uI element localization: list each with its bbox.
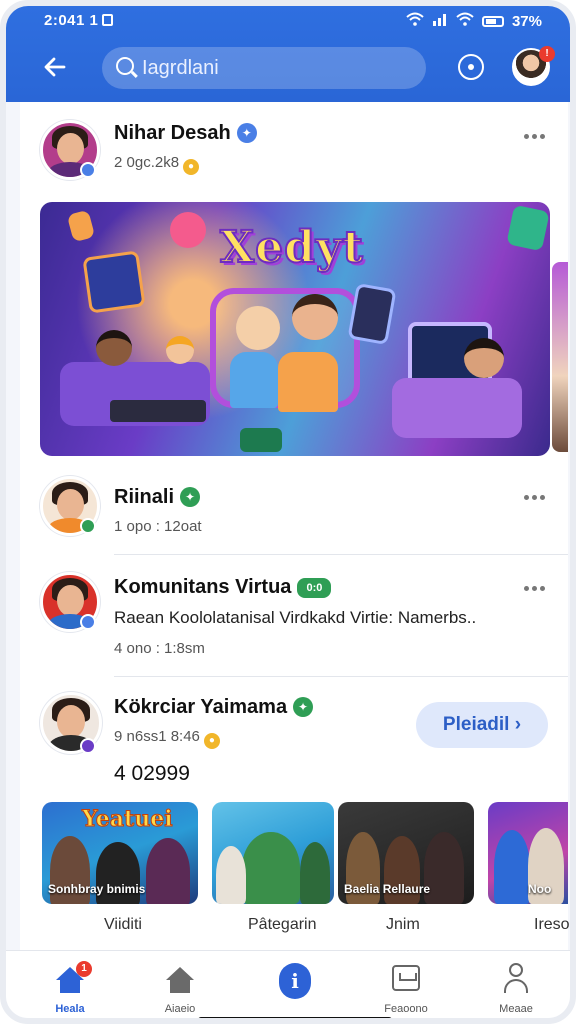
tab-label: Meaae (499, 1003, 533, 1015)
battery-percent: 37% (511, 12, 542, 30)
speaker-illustration (240, 428, 282, 452)
thumbnail-label[interactable]: Ireso (534, 916, 570, 934)
feed: Nihar Desah ✦ 2 0gc.2k8 ● Xedyt Riinali … (20, 102, 570, 950)
search-text: Iagrdlani (142, 57, 219, 79)
wifi-icon-2 (456, 12, 474, 30)
thumbnail-card[interactable] (212, 802, 334, 904)
person-illustration (96, 330, 132, 366)
thumbnail-label[interactable]: Jnim (386, 916, 420, 934)
tab-profile[interactable]: Meaae (476, 961, 556, 1018)
more-options-icon[interactable] (524, 134, 546, 140)
notification-icon (102, 14, 114, 26)
post-meta-text: 2 0gc.2k8 (114, 154, 180, 171)
post-meta: 2 0gc.2k8 ● (114, 154, 200, 175)
info-icon: i (279, 963, 311, 999)
kid-illustration (292, 294, 338, 340)
community-badge: 0:0 (297, 578, 332, 598)
back-arrow-icon[interactable] (42, 54, 70, 82)
tab-label: Heala (55, 1003, 85, 1015)
home-indicator (198, 1017, 392, 1018)
search-icon (116, 57, 134, 75)
status-time-text: 2:041 1 (44, 12, 99, 29)
more-options-icon[interactable] (524, 495, 546, 501)
online-badge-icon (80, 518, 96, 534)
thumbnail-caption: Baelia Rellaure (344, 882, 431, 896)
status-time: 2:041 1 (44, 12, 114, 29)
thumbnail-caption: Sonhbray bnimis (48, 882, 146, 896)
tab-badge: 1 (76, 961, 92, 977)
thumbnail-card[interactable]: Baelia Rellaure (338, 802, 474, 904)
next-banner-peek[interactable] (552, 262, 568, 452)
kid-shirt-illustration (230, 352, 278, 408)
divider (114, 676, 568, 677)
thumbnail-label[interactable]: Pâtegarin (248, 916, 317, 934)
thumbnail-caption: Noo (528, 882, 552, 896)
thumbnail-card[interactable]: Noo (488, 802, 568, 904)
verified-icon: ✦ (293, 697, 314, 717)
banner-image[interactable]: Xedyt (40, 202, 550, 456)
post-description: Raean Koololatanisal Virdkakd Virtie: Na… (114, 608, 477, 627)
sofa-illustration (392, 378, 522, 438)
online-badge-icon (80, 162, 96, 178)
thumbnail-overlay-title: Yeatuei (82, 806, 174, 833)
wifi-icon (406, 12, 424, 30)
tab-home[interactable]: 1 Heala (30, 961, 110, 1018)
tab-label: Feaoono (384, 1003, 428, 1015)
post-author[interactable]: Riinali ✦ (114, 486, 201, 509)
tab-inbox[interactable]: Feaoono (366, 961, 446, 1018)
inbox-icon (392, 965, 420, 991)
tab-house[interactable]: Aiaeio (140, 961, 220, 1018)
post-meta: 4 ono : 1:8sm (114, 640, 205, 657)
divider (114, 554, 568, 555)
thumbnail-card[interactable]: Yeatuei Sonhbray bnimis (42, 802, 198, 904)
post-author-text: Riinali (114, 486, 175, 508)
signal-icon (432, 12, 448, 30)
phone-frame: 2:041 1 37% Iagrdlani ! Nihar Desah ✦ 2 … (0, 0, 576, 1024)
tab-label: Aiaeio (164, 1003, 196, 1015)
balloon-illustration (170, 212, 206, 248)
post-meta: 1 opo : 12oat (114, 518, 202, 535)
post-author-text: Nihar Desah (114, 122, 231, 144)
search-input[interactable]: Iagrdlani (102, 47, 426, 89)
phone-illustration (347, 282, 397, 346)
banner-title: Xedyt (219, 221, 364, 274)
coin-icon: ● (203, 733, 220, 749)
post-author-text: Komunitans Virtua (114, 576, 292, 598)
online-badge-icon (80, 738, 96, 754)
keyboard-illustration (110, 400, 206, 422)
status-icons: 37% (406, 12, 542, 30)
notification-badge: ! (539, 46, 555, 62)
music-note-illustration (66, 209, 96, 243)
post-author[interactable]: Nihar Desah ✦ (114, 122, 257, 145)
post-author[interactable]: Komunitans Virtua 0:0 (114, 576, 332, 599)
more-options-icon[interactable] (524, 586, 546, 592)
house-icon (166, 967, 194, 993)
post-meta-text: 9 n6ss1 8:46 (114, 728, 200, 745)
kid-illustration (236, 306, 280, 350)
verified-icon: ✦ (180, 487, 201, 507)
person-illustration (464, 338, 504, 378)
status-bar: 2:041 1 37% (6, 6, 570, 36)
tab-info[interactable]: i (254, 961, 334, 1018)
thumbnail-label[interactable]: Viiditi (104, 916, 142, 934)
verified-icon: ✦ (236, 123, 257, 143)
cube-illustration (506, 204, 550, 252)
post-author[interactable]: Kökrciar Yaimama ✦ (114, 696, 314, 719)
discover-icon[interactable] (458, 54, 484, 80)
chevron-right-icon: › (514, 714, 522, 735)
online-badge-icon (80, 614, 96, 630)
post-meta: 9 n6ss1 8:46 ● (114, 728, 220, 749)
user-icon (504, 963, 528, 993)
post-author-text: Kökrciar Yaimama (114, 696, 288, 718)
coin-icon: ● (183, 159, 200, 175)
battery-icon (481, 15, 504, 27)
kid-shirt-illustration (278, 352, 338, 412)
person-illustration (166, 336, 194, 364)
post-count: 4 02999 (114, 762, 190, 785)
tablet-illustration (82, 250, 146, 314)
bottom-tab-bar: 1 Heala Aiaeio i Feaoono Meaae (6, 950, 570, 1018)
play-button-label: Pleiadil (442, 714, 510, 735)
app-header: 2:041 1 37% Iagrdlani ! (6, 6, 570, 102)
play-button[interactable]: Pleiadil › (416, 702, 548, 748)
